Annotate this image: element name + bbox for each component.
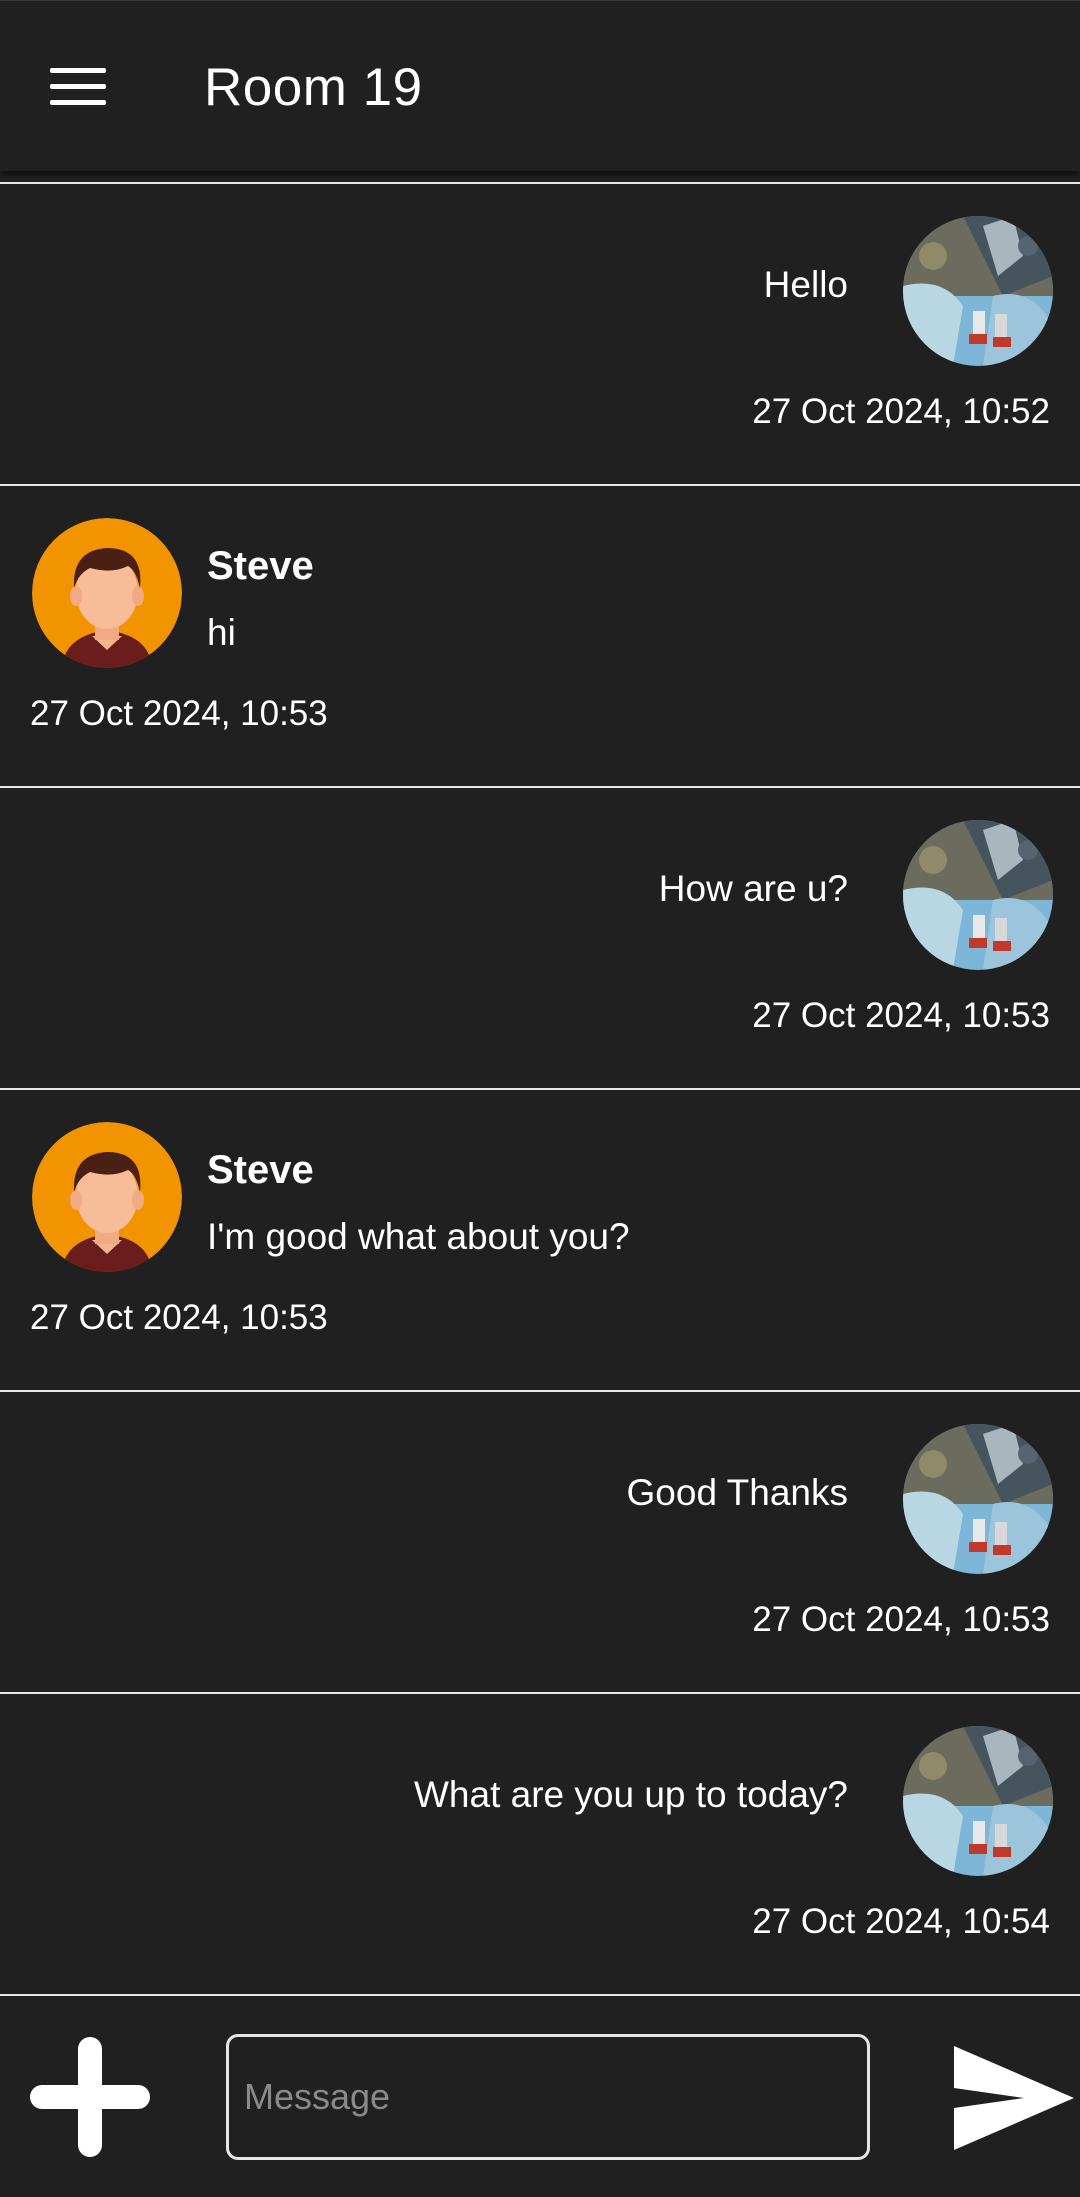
page-title: Room 19 [204,58,423,117]
plus-icon[interactable] [30,2037,150,2157]
message-timestamp: 27 Oct 2024, 10:53 [752,996,1050,1035]
my-avatar [903,1726,1053,1876]
my-avatar [903,1424,1053,1574]
message-input[interactable] [226,2034,870,2160]
message-row: What are you up to today? 27 Oct 2024, 1… [0,1692,1080,1996]
send-icon[interactable] [950,2042,1076,2154]
message-text: What are you up to today? [414,1774,848,1815]
message-timestamp: 27 Oct 2024, 10:53 [30,1298,328,1337]
sender-name: Steve [207,1148,314,1192]
message-timestamp: 27 Oct 2024, 10:53 [752,1600,1050,1639]
message-row: Steve hi 27 Oct 2024, 10:53 [0,484,1080,786]
message-text: How are u? [658,868,848,909]
sender-name: Steve [207,544,314,588]
message-row: How are u? 27 Oct 2024, 10:53 [0,786,1080,1088]
message-timestamp: 27 Oct 2024, 10:54 [752,1902,1050,1941]
message-text: Hello [763,264,848,305]
my-avatar [903,216,1053,366]
message-text: Good Thanks [626,1472,848,1513]
message-row: Hello 27 Oct 2024, 10:52 [0,182,1080,484]
steve-avatar [32,1122,182,1272]
message-timestamp: 27 Oct 2024, 10:52 [752,392,1050,431]
hamburger-menu-icon[interactable] [50,68,106,106]
message-text: I'm good what about you? [207,1216,630,1257]
message-timestamp: 27 Oct 2024, 10:53 [30,694,328,733]
message-text: hi [207,612,236,653]
message-list[interactable]: Hello 27 Oct 2024, 10:52 Steve hi 27 Oct… [0,182,1080,1996]
my-avatar [903,820,1053,970]
steve-avatar [32,518,182,668]
message-row: Good Thanks 27 Oct 2024, 10:53 [0,1390,1080,1692]
app-bar: Room 19 [0,0,1080,171]
message-row: Steve I'm good what about you? 27 Oct 20… [0,1088,1080,1390]
message-composer [0,2016,1080,2197]
